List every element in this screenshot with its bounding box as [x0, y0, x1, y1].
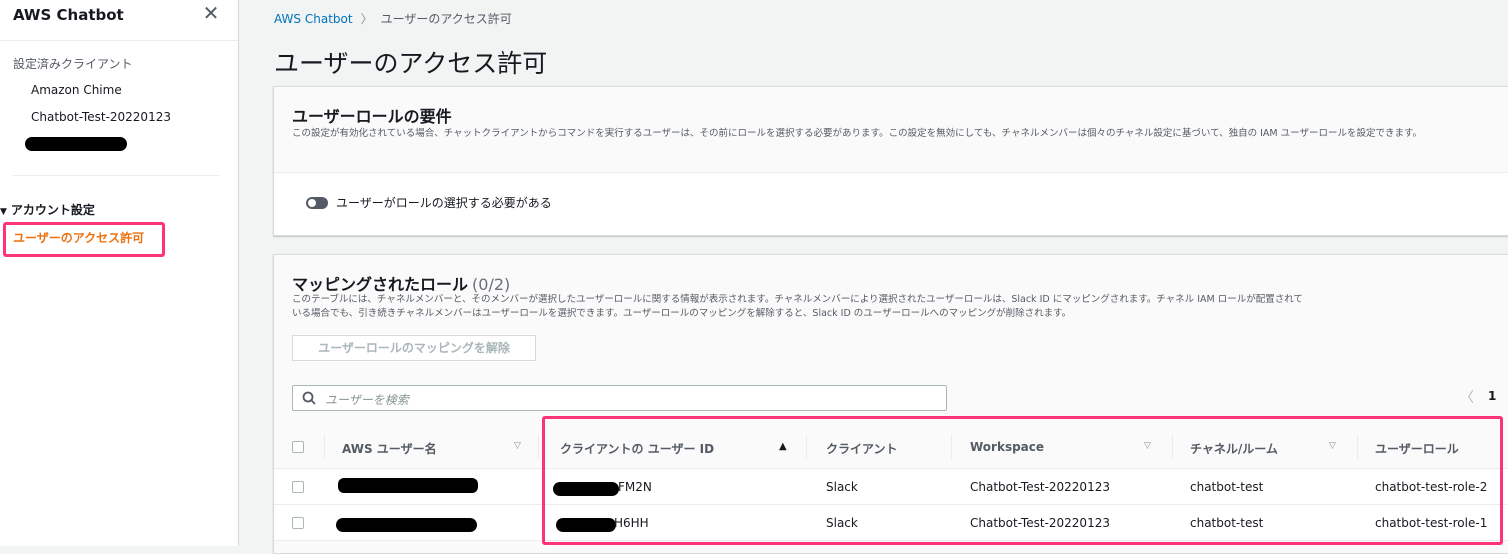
sidebar-section-label: 設定済みクライアント — [13, 57, 133, 71]
page-title: ユーザーのアクセス許可 — [274, 49, 548, 78]
sidebar-item-amazon-chime[interactable]: Amazon Chime — [31, 83, 122, 97]
divider — [13, 175, 220, 176]
divider — [0, 40, 238, 41]
sidebar-item-chatbot-test[interactable]: Chatbot-Test-20220123 — [31, 110, 171, 124]
sidebar-title: AWS Chatbot — [13, 6, 124, 24]
page-number[interactable]: 1 — [1488, 389, 1496, 403]
divider — [324, 435, 325, 459]
role-requirement-panel: ユーザーロールの要件 この設定が有効化されている場合、チャットクライアントからコ… — [273, 86, 1508, 236]
redacted-aws-user — [336, 518, 477, 532]
sidebar-account-settings[interactable]: ▼ アカウント設定 — [0, 201, 95, 218]
sort-icon[interactable]: ▽ — [514, 441, 521, 451]
breadcrumb: AWS Chatbot 〉ユーザーのアクセス許可 — [274, 10, 512, 27]
column-header-aws-user[interactable]: AWS ユーザー名 — [342, 440, 437, 457]
redacted-sidebar-item[interactable] — [25, 137, 127, 151]
sidebar: AWS Chatbot ✕ 設定済みクライアント Amazon Chime Ch… — [0, 0, 239, 546]
search-placeholder: ユーザーを検索 — [325, 393, 409, 407]
search-icon — [302, 391, 316, 405]
panel-title: ユーザーロールの要件 — [292, 107, 452, 126]
close-icon[interactable]: ✕ — [200, 2, 222, 24]
row-checkbox[interactable] — [292, 481, 304, 493]
panel-description: この設定が有効化されている場合、チャットクライアントからコマンドを実行するユーザ… — [292, 128, 1423, 139]
chevron-right-icon: 〉 — [360, 12, 373, 26]
select-all-checkbox[interactable] — [292, 441, 304, 453]
account-settings-label: アカウント設定 — [10, 203, 95, 217]
caret-down-icon: ▼ — [0, 207, 7, 217]
panel-title: マッピングされたロール (0/2) — [292, 271, 510, 295]
breadcrumb-current: ユーザーのアクセス許可 — [380, 12, 512, 26]
require-role-toggle[interactable] — [306, 197, 328, 209]
mapped-roles-title: マッピングされたロール — [292, 275, 469, 294]
toggle-label: ユーザーがロールの選択する必要がある — [336, 196, 552, 210]
redacted-aws-user — [338, 478, 478, 493]
panel-description: このテーブルには、チャネルメンバーと、そのメンバーが選択したユーザーロールに関す… — [292, 294, 1303, 319]
panel-header: ユーザーロールの要件 この設定が有効化されている場合、チャットクライアントからコ… — [274, 87, 1508, 173]
selection-count: (0/2) — [472, 275, 511, 294]
row-checkbox[interactable] — [292, 517, 304, 529]
unmap-role-button[interactable]: ユーザーロールのマッピングを解除 — [292, 335, 536, 361]
chevron-left-icon[interactable]: 〈 — [1460, 387, 1474, 407]
search-input[interactable]: ユーザーを検索 — [292, 385, 947, 411]
breadcrumb-root[interactable]: AWS Chatbot — [274, 12, 353, 26]
annotation-highlight-table — [542, 416, 1503, 545]
divider — [538, 435, 539, 459]
sidebar-item-user-permissions[interactable]: ユーザーのアクセス許可 — [13, 229, 144, 246]
